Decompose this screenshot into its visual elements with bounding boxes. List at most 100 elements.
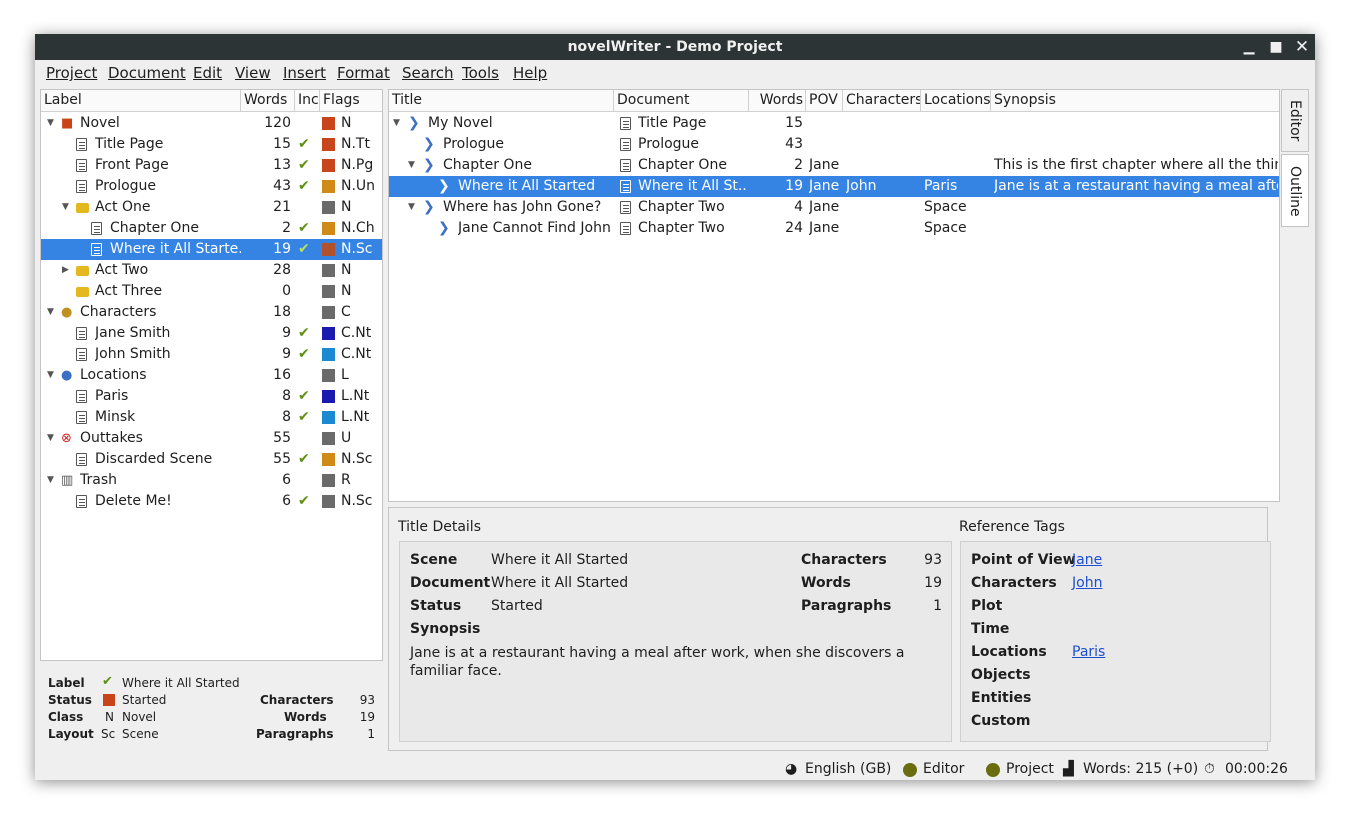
outline-row[interactable]: ❯ Prologue Prologue 43 xyxy=(389,134,1279,155)
check-icon: ✔ xyxy=(298,451,310,467)
status-color-icon xyxy=(322,390,335,403)
status-color-icon xyxy=(322,264,335,277)
col-characters[interactable]: Characters xyxy=(843,90,921,111)
tree-row[interactable]: John Smith 9 ✔ C.Nt xyxy=(41,344,382,365)
tree-row[interactable]: ▼ ● Characters 18 C xyxy=(41,302,382,323)
col-locations[interactable]: Locations xyxy=(921,90,991,111)
tree-item-flags: N.Sc xyxy=(341,241,373,257)
outline-words: 19 xyxy=(785,178,803,194)
outtakes-icon: ⊗ xyxy=(61,431,72,446)
tree-row[interactable]: Front Page 13 ✔ N.Pg xyxy=(41,155,382,176)
tree-row[interactable]: ▼ Act One 21 N xyxy=(41,197,382,218)
tree-item-label: Discarded Scene xyxy=(95,451,213,467)
outline-title: Where has John Gone? xyxy=(443,199,602,215)
project-tree[interactable]: Label Words Inc Flags ▼ ■ Novel 120 N Title P… xyxy=(40,89,383,661)
expand-arrow-icon[interactable]: ▼ xyxy=(47,302,54,323)
col-label[interactable]: Label xyxy=(41,90,241,111)
minimize-icon[interactable]: ▁ xyxy=(1239,34,1259,60)
col-document[interactable]: Document xyxy=(614,90,749,111)
outline-words: 43 xyxy=(785,136,803,152)
tree-row[interactable]: ▼ ▥ Trash 6 R xyxy=(41,470,382,491)
tree-item-words: 43 xyxy=(273,178,291,194)
outline-characters xyxy=(846,134,921,155)
expand-arrow-icon[interactable]: ▼ xyxy=(62,197,69,218)
menu-project[interactable]: Project xyxy=(46,64,97,82)
tree-row[interactable]: Delete Me! 6 ✔ N.Sc xyxy=(41,491,382,512)
tab-editor[interactable]: Editor xyxy=(1281,89,1309,152)
col-title[interactable]: Title xyxy=(389,90,614,111)
paragraphs-value: 1 xyxy=(933,598,942,614)
expand-arrow-icon[interactable]: ▼ xyxy=(47,113,54,134)
outline-characters xyxy=(846,113,921,134)
expand-arrow-icon[interactable]: ▼ xyxy=(47,470,54,491)
tree-item-label: Locations xyxy=(80,367,147,383)
tree-row[interactable]: Chapter One 2 ✔ N.Ch xyxy=(41,218,382,239)
menu-search[interactable]: Search xyxy=(402,64,454,82)
outline-row[interactable]: ❯ Jane Cannot Find John Chapter Two 24 Jane S… xyxy=(389,218,1279,239)
outline-synopsis: Jane is at a restaurant having a meal af… xyxy=(994,178,1278,194)
status-color-icon xyxy=(322,138,335,151)
expand-arrow-icon[interactable]: ▼ xyxy=(408,197,415,218)
tree-row[interactable]: ▼ ⊗ Outtakes 55 U xyxy=(41,428,382,449)
tree-item-flags: N xyxy=(341,262,352,278)
expand-arrow-icon[interactable]: ▼ xyxy=(393,113,400,134)
characters-link[interactable]: John xyxy=(1072,575,1102,591)
document-icon xyxy=(91,243,102,256)
maximize-icon[interactable]: ■ xyxy=(1266,34,1286,60)
tree-item-words: 6 xyxy=(282,493,291,509)
collapsed-arrow-icon[interactable]: ▶ xyxy=(62,260,69,281)
menu-document[interactable]: Document xyxy=(108,64,186,82)
outline-locations: Space xyxy=(924,220,967,236)
col-inc[interactable]: Inc xyxy=(295,90,320,111)
tree-item-words: 6 xyxy=(282,472,291,488)
tree-row[interactable]: Discarded Scene 55 ✔ N.Sc xyxy=(41,449,382,470)
tree-row[interactable]: Act Three 0 N xyxy=(41,281,382,302)
col-flags[interactable]: Flags xyxy=(320,90,382,111)
col-pov[interactable]: POV xyxy=(806,90,843,111)
menu-format[interactable]: Format xyxy=(337,64,390,82)
outline-row[interactable]: ▼ ❯ Chapter One Chapter One 2 Jane This is the… xyxy=(389,155,1279,176)
menu-tools[interactable]: Tools xyxy=(462,64,499,82)
heading-icon: ❯ xyxy=(423,157,435,173)
tree-row[interactable]: Prologue 43 ✔ N.Un xyxy=(41,176,382,197)
expand-arrow-icon[interactable]: ▼ xyxy=(47,365,54,386)
tab-outline[interactable]: Outline xyxy=(1281,154,1309,227)
outline-pov xyxy=(809,134,843,155)
detail-paragraphs-label: Paragraphs xyxy=(256,727,334,741)
tree-item-flags: L.Nt xyxy=(341,388,370,404)
menu-help[interactable]: Help xyxy=(513,64,547,82)
pov-link[interactable]: Jane xyxy=(1072,552,1102,568)
paragraphs-label: Paragraphs xyxy=(801,598,892,614)
tree-item-label: Where it All Starte... xyxy=(110,241,241,257)
locations-link[interactable]: Paris xyxy=(1072,644,1105,660)
tree-row[interactable]: ▶ Act Two 28 N xyxy=(41,260,382,281)
outline-row[interactable]: ▼ ❯ Where has John Gone? Chapter Two 4 Jane Sp… xyxy=(389,197,1279,218)
tree-row[interactable]: Paris 8 ✔ L.Nt xyxy=(41,386,382,407)
close-icon[interactable]: ✕ xyxy=(1292,34,1312,60)
menu-edit[interactable]: Edit xyxy=(193,64,222,82)
col-words[interactable]: Words xyxy=(749,90,806,111)
tree-row[interactable]: Where it All Starte... 19 ✔ N.Sc xyxy=(41,239,382,260)
character-icon: ● xyxy=(61,305,73,320)
check-icon: ✔ xyxy=(298,325,310,341)
tree-row[interactable]: Minsk 8 ✔ L.Nt xyxy=(41,407,382,428)
outline-tree[interactable]: Title Document Words POV Characters Loca… xyxy=(388,89,1280,502)
menu-bar: Project Document Edit View Insert Format… xyxy=(35,60,1315,86)
reference-tags-heading: Reference Tags xyxy=(959,519,1065,535)
col-words[interactable]: Words xyxy=(241,90,295,111)
tree-row[interactable]: ▼ ■ Novel 120 N xyxy=(41,113,382,134)
tree-row[interactable]: Title Page 15 ✔ N.Tt xyxy=(41,134,382,155)
tree-row[interactable]: Jane Smith 9 ✔ C.Nt xyxy=(41,323,382,344)
expand-arrow-icon[interactable]: ▼ xyxy=(408,155,415,176)
tree-item-label: Trash xyxy=(80,472,117,488)
menu-view[interactable]: View xyxy=(235,64,271,82)
outline-document: Title Page xyxy=(638,115,707,131)
menu-insert[interactable]: Insert xyxy=(283,64,326,82)
document-icon xyxy=(76,495,87,508)
tree-row[interactable]: ▼ ● Locations 16 L xyxy=(41,365,382,386)
col-synopsis[interactable]: Synopsis xyxy=(991,90,1279,111)
expand-arrow-icon[interactable]: ▼ xyxy=(47,428,54,449)
outline-row[interactable]: ❯ Where it All Started Where it All St... 1… xyxy=(389,176,1279,197)
tree-item-label: Chapter One xyxy=(110,220,199,236)
outline-row[interactable]: ▼ ❯ My Novel Title Page 15 xyxy=(389,113,1279,134)
